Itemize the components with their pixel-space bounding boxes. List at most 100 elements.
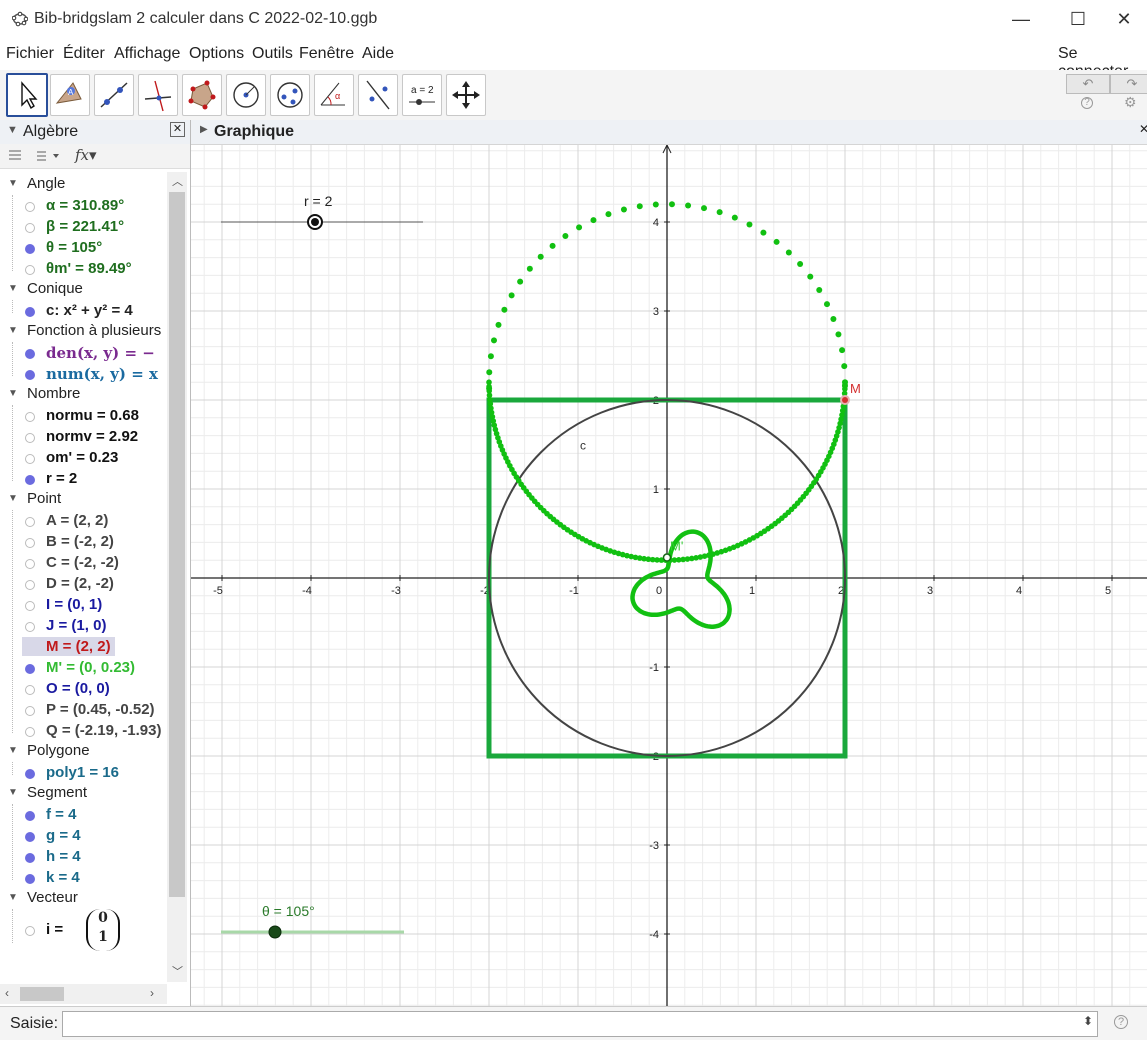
algebra-item[interactable]: O = (0, 0) <box>46 680 110 697</box>
visibility-toggle[interactable] <box>25 411 35 422</box>
visibility-toggle[interactable] <box>25 831 35 842</box>
input-help-icon[interactable]: ? <box>1114 1015 1128 1029</box>
visibility-toggle[interactable] <box>25 768 35 779</box>
algebra-item[interactable]: θ = 105° <box>46 239 102 256</box>
algebra-item[interactable]: c: x² + y² = 4 <box>46 302 133 319</box>
visibility-toggle[interactable] <box>25 474 35 485</box>
visibility-toggle[interactable] <box>25 621 35 632</box>
close-button[interactable]: ✕ <box>1101 6 1147 32</box>
category-vecteur[interactable]: Vecteur <box>27 889 78 906</box>
algebra-item[interactable]: h = 4 <box>46 848 81 865</box>
visibility-toggle[interactable] <box>25 537 35 548</box>
algebra-item[interactable]: B = (-2, 2) <box>46 533 114 550</box>
visibility-toggle[interactable] <box>25 705 35 716</box>
category-nombre[interactable]: Nombre <box>27 385 80 402</box>
reflect-tool[interactable] <box>358 74 398 116</box>
category-toggle-icon[interactable]: ▼ <box>8 178 18 189</box>
menu-options[interactable]: Options <box>189 45 244 63</box>
algebra-item[interactable]: M = (2, 2) <box>46 638 111 655</box>
visibility-toggle[interactable] <box>25 432 35 443</box>
category-conique[interactable]: Conique <box>27 280 83 297</box>
visibility-toggle[interactable] <box>25 201 35 212</box>
input-field[interactable]: ⬍ <box>62 1011 1098 1037</box>
visibility-toggle[interactable] <box>25 600 35 611</box>
menu-fichier[interactable]: Fichier <box>6 45 54 63</box>
coordinate-plane[interactable]: -5 -4 -3 -2 -1 0 1 2 3 4 54321-1-2-3-4cMM'r = 2θ =… <box>191 145 1147 1006</box>
visibility-toggle[interactable] <box>25 264 35 275</box>
algebra-item[interactable]: normv = 2.92 <box>46 428 138 445</box>
visibility-toggle[interactable] <box>25 726 35 737</box>
scroll-left-icon[interactable]: ‹ <box>5 986 9 1000</box>
algebra-item[interactable]: poly1 = 16 <box>46 764 119 781</box>
category-toggle-icon[interactable]: ▼ <box>8 493 18 504</box>
visibility-toggle[interactable] <box>25 222 35 233</box>
menu-aide[interactable]: Aide <box>362 45 394 63</box>
help-icon[interactable]: ? <box>1081 97 1093 109</box>
settings-icon[interactable]: ⚙ <box>1124 94 1137 111</box>
algebra-item[interactable]: β = 221.41° <box>46 218 124 235</box>
menu-affichage[interactable]: Affichage <box>114 45 180 63</box>
close-graphics-icon[interactable]: ✕ <box>1139 122 1147 136</box>
category-point[interactable]: Point <box>27 490 61 507</box>
algebra-item[interactable]: normu = 0.68 <box>46 407 139 424</box>
menu-outils[interactable]: Outils <box>252 45 293 63</box>
category-segment[interactable]: Segment <box>27 784 87 801</box>
visibility-toggle[interactable] <box>25 348 35 359</box>
algebra-item[interactable]: g = 4 <box>46 827 81 844</box>
algebra-item[interactable]: M' = (0, 0.23) <box>46 659 135 676</box>
scroll-up-icon[interactable]: ︿ <box>172 173 183 189</box>
visibility-toggle[interactable] <box>25 243 35 254</box>
algebra-item[interactable]: r = 2 <box>46 470 77 487</box>
visibility-toggle[interactable] <box>25 558 35 569</box>
graphics-view[interactable]: ▶ Graphique ✕ -5 -4 -3 -2 -1 0 1 2 3 4 5 4 3 2 1 -1 -2 -3… <box>191 120 1147 1006</box>
move-tool[interactable] <box>6 73 48 117</box>
algebra-item[interactable]: D = (2, -2) <box>46 575 114 592</box>
circle-tool[interactable] <box>226 74 266 116</box>
category-toggle-icon[interactable]: ▼ <box>8 283 18 294</box>
polygon-tool[interactable] <box>182 74 222 116</box>
fx-icon[interactable]: fx▾ <box>75 146 97 164</box>
line-tool[interactable] <box>94 74 134 116</box>
visibility-toggle[interactable] <box>25 810 35 821</box>
slider-tool[interactable]: a = 2 <box>402 74 442 116</box>
category-toggle-icon[interactable]: ▼ <box>8 388 18 399</box>
algebra-item[interactable]: α = 310.89° <box>46 197 124 214</box>
algebra-item[interactable]: P = (0.45, -0.52) <box>46 701 155 718</box>
visibility-toggle[interactable] <box>25 579 35 590</box>
algebra-item[interactable]: I = (0, 1) <box>46 596 102 613</box>
algebra-item[interactable]: num(x, y) = x <box>46 365 158 383</box>
menu-fenetre[interactable]: Fenêtre <box>299 45 354 63</box>
algebra-item[interactable]: Q = (-2.19, -1.93) <box>46 722 161 739</box>
category-fonction-à-plusieurs[interactable]: Fonction à plusieurs <box>27 322 161 339</box>
algebra-item[interactable]: om' = 0.23 <box>46 449 118 466</box>
visibility-toggle[interactable] <box>25 873 35 884</box>
visibility-toggle[interactable] <box>25 369 35 380</box>
scroll-right-icon[interactable]: › <box>150 986 154 1000</box>
collapse-icon[interactable]: ▼ <box>7 124 18 136</box>
visibility-toggle[interactable] <box>25 684 35 695</box>
close-panel-icon[interactable]: ✕ <box>170 122 185 137</box>
move-graphics-tool[interactable] <box>446 74 486 116</box>
category-toggle-icon[interactable]: ▼ <box>8 325 18 336</box>
algebra-item[interactable]: k = 4 <box>46 869 80 886</box>
visibility-toggle[interactable] <box>25 852 35 863</box>
sort-list-icon[interactable] <box>8 149 22 163</box>
category-polygone[interactable]: Polygone <box>27 742 90 759</box>
point-Mprime[interactable] <box>662 553 672 562</box>
category-toggle-icon[interactable]: ▼ <box>8 745 18 756</box>
minimize-button[interactable]: — <box>998 6 1044 32</box>
menu-editer[interactable]: Éditer <box>63 45 105 63</box>
hscroll-thumb[interactable] <box>20 987 64 1001</box>
angle-tool[interactable]: α <box>314 74 354 116</box>
input-dropdown-icon[interactable]: ⬍ <box>1083 1014 1093 1028</box>
visibility-toggle[interactable] <box>25 453 35 464</box>
category-angle[interactable]: Angle <box>27 175 65 192</box>
algebra-item[interactable]: i = <box>46 921 63 938</box>
point-M[interactable] <box>842 397 848 403</box>
perpendicular-tool[interactable] <box>138 74 178 116</box>
algebra-item[interactable]: f = 4 <box>46 806 76 823</box>
algebra-item[interactable]: θm' = 89.49° <box>46 260 132 277</box>
scrollbar-thumb[interactable] <box>169 192 185 897</box>
visibility-toggle[interactable] <box>25 926 35 936</box>
scroll-down-icon[interactable]: ﹀ <box>172 963 183 979</box>
